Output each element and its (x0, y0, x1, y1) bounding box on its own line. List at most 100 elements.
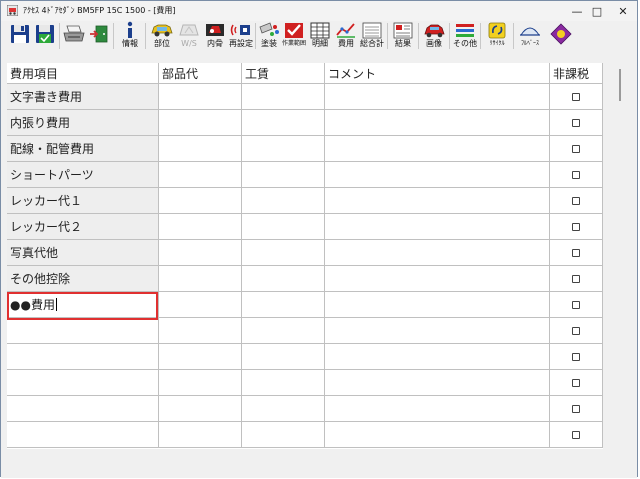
row-item-cell[interactable] (7, 396, 159, 422)
extra-button[interactable] (549, 23, 573, 53)
tax-exempt-checkbox[interactable] (572, 92, 580, 101)
tax-exempt-checkbox[interactable] (572, 144, 580, 153)
tax-exempt-checkbox[interactable] (572, 430, 580, 439)
tax-exempt-checkbox[interactable] (572, 352, 580, 361)
interior-button[interactable]: 内骨 (203, 21, 227, 51)
labor-cell[interactable] (242, 214, 325, 240)
comment-cell[interactable] (325, 266, 550, 292)
comment-cell[interactable] (325, 344, 550, 370)
labor-cell[interactable] (242, 422, 325, 448)
tax-exempt-checkbox[interactable] (572, 404, 580, 413)
tax-exempt-checkbox[interactable] (572, 118, 580, 127)
scrollbar-thumb[interactable] (619, 69, 621, 101)
column-header-item[interactable]: 費用項目 (7, 63, 159, 84)
column-header-parts-cost[interactable]: 部品代 (159, 63, 242, 84)
print-button[interactable] (62, 24, 86, 54)
labor-cell[interactable] (242, 240, 325, 266)
tax-exempt-checkbox[interactable] (572, 222, 580, 231)
labor-cell[interactable] (242, 110, 325, 136)
result-button[interactable]: 結果 (391, 21, 415, 51)
parts-cost-cell[interactable] (159, 84, 242, 110)
comment-cell[interactable] (325, 110, 550, 136)
comment-cell[interactable] (325, 214, 550, 240)
labor-cell[interactable] (242, 136, 325, 162)
row-item-cell[interactable]: その他控除 (7, 266, 159, 292)
labor-cell[interactable] (242, 162, 325, 188)
work-button[interactable]: 作業範囲 (281, 21, 307, 51)
row-item-cell[interactable]: 写真代他 (7, 240, 159, 266)
row-item-cell[interactable]: ショートパーツ (7, 162, 159, 188)
comment-cell[interactable] (325, 396, 550, 422)
parts-cost-cell[interactable] (159, 240, 242, 266)
save-button[interactable] (9, 24, 31, 54)
parts-cost-cell[interactable] (159, 344, 242, 370)
parts-cost-cell[interactable] (159, 370, 242, 396)
labor-cell[interactable] (242, 318, 325, 344)
recycle-button[interactable]: ﾘｻｲｸﾙ (483, 21, 511, 51)
column-header-labor[interactable]: 工賃 (242, 63, 325, 84)
vertical-scrollbar[interactable] (616, 63, 624, 449)
labor-cell[interactable] (242, 266, 325, 292)
row-item-cell[interactable]: 配線・配管費用 (7, 136, 159, 162)
resetting-button[interactable]: 再設定 (228, 21, 254, 51)
row-item-cell[interactable]: 内張り費用 (7, 110, 159, 136)
parts-cost-cell[interactable] (159, 292, 242, 318)
row-item-edit-cell[interactable]: ●●費用 (7, 292, 159, 318)
comment-cell[interactable] (325, 162, 550, 188)
info-button[interactable]: 情報 (118, 21, 142, 51)
ws-button[interactable]: W/S (176, 21, 202, 51)
parts-cost-cell[interactable] (159, 396, 242, 422)
exit-button[interactable] (88, 24, 110, 54)
comment-cell[interactable] (325, 292, 550, 318)
fullbase-button[interactable]: ﾌﾙﾍﾞｰｽ (515, 21, 545, 51)
tax-exempt-checkbox[interactable] (572, 378, 580, 387)
tax-exempt-checkbox[interactable] (572, 274, 580, 283)
total-button[interactable]: 総合計 (358, 21, 386, 51)
tax-exempt-checkbox[interactable] (572, 196, 580, 205)
row-item-cell[interactable] (7, 344, 159, 370)
labor-cell[interactable] (242, 188, 325, 214)
row-item-cell[interactable]: レッカー代１ (7, 188, 159, 214)
parts-cost-cell[interactable] (159, 214, 242, 240)
image-button[interactable]: 画像 (422, 21, 446, 51)
save-as-button[interactable] (34, 24, 56, 54)
cost-button[interactable]: 費用 (334, 21, 358, 51)
labor-cell[interactable] (242, 292, 325, 318)
row-item-cell[interactable]: 文字書き費用 (7, 84, 159, 110)
parts-cost-cell[interactable] (159, 110, 242, 136)
parts-cost-cell[interactable] (159, 318, 242, 344)
detail-button[interactable]: 明細 (308, 21, 332, 51)
other-button[interactable]: その他 (452, 21, 478, 51)
parts-cost-cell[interactable] (159, 422, 242, 448)
column-header-tax-exempt[interactable]: 非課税 (550, 63, 603, 84)
parts-cost-cell[interactable] (159, 162, 242, 188)
comment-cell[interactable] (325, 318, 550, 344)
comment-cell[interactable] (325, 240, 550, 266)
row-item-cell[interactable] (7, 318, 159, 344)
comment-cell[interactable] (325, 84, 550, 110)
tax-exempt-checkbox[interactable] (572, 300, 580, 309)
tax-exempt-checkbox[interactable] (572, 170, 580, 179)
column-header-comment[interactable]: コメント (325, 63, 550, 84)
comment-cell[interactable] (325, 188, 550, 214)
labor-cell[interactable] (242, 396, 325, 422)
parts-cost-cell[interactable] (159, 136, 242, 162)
labor-cell[interactable] (242, 84, 325, 110)
row-item-cell[interactable] (7, 422, 159, 448)
comment-cell[interactable] (325, 422, 550, 448)
row-item-cell[interactable]: レッカー代２ (7, 214, 159, 240)
comment-cell[interactable] (325, 136, 550, 162)
row-item-cell[interactable] (7, 370, 159, 396)
labor-cell[interactable] (242, 370, 325, 396)
tax-exempt-checkbox[interactable] (572, 326, 580, 335)
parts-button[interactable]: 部位 (149, 21, 175, 51)
close-button[interactable]: ✕ (603, 1, 640, 21)
labor-cell[interactable] (242, 344, 325, 370)
parts-cost-cell[interactable] (159, 188, 242, 214)
parts-cost-cell[interactable] (159, 266, 242, 292)
title-bar[interactable]: ｱｸｾｽ 4ﾄﾞｱｾﾀﾞﾝ BM5FP 15C 1500 - [費用] — □ … (1, 1, 637, 21)
tax-exempt-checkbox[interactable] (572, 248, 580, 257)
comment-cell[interactable] (325, 370, 550, 396)
info-icon (127, 21, 133, 38)
paint-button[interactable]: 塗装 (257, 21, 281, 51)
